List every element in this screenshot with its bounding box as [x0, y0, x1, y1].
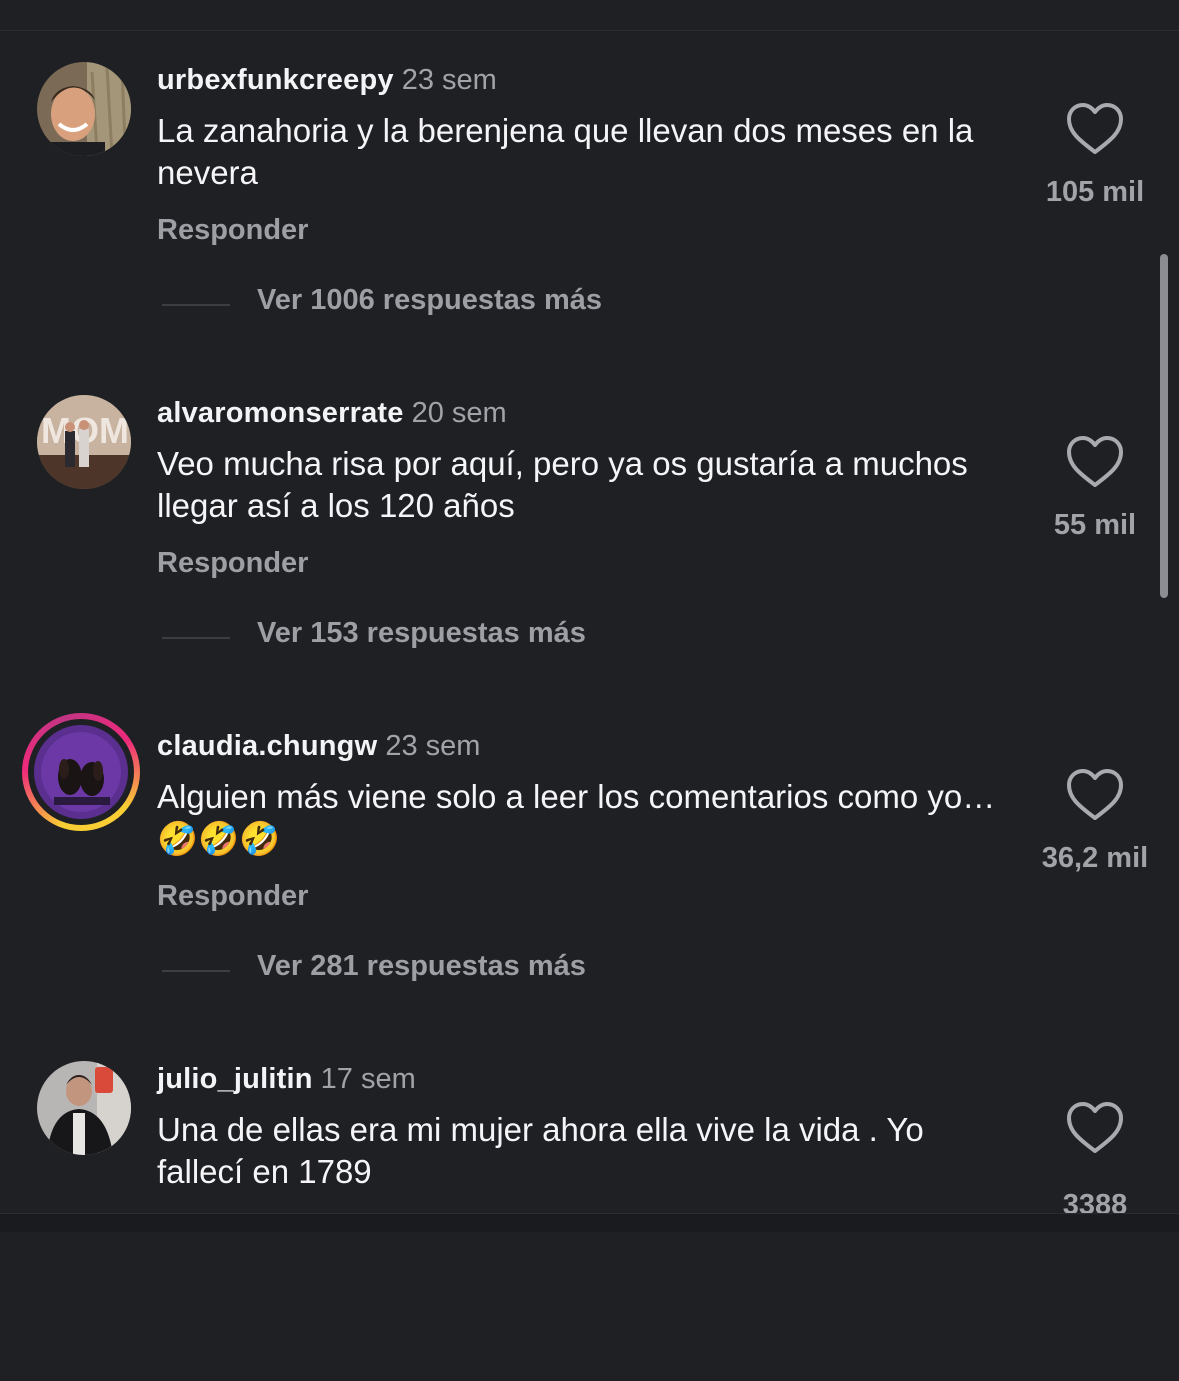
avatar-story-ring[interactable] [22, 713, 140, 831]
avatar[interactable] [37, 1061, 131, 1155]
timestamp: 23 sem [385, 730, 481, 762]
replies-divider [162, 304, 230, 306]
timestamp: 20 sem [411, 397, 507, 429]
avatar[interactable]: MOM [37, 395, 131, 489]
heart-outline-icon[interactable] [1065, 768, 1125, 824]
reply-button[interactable]: Responder [157, 880, 308, 913]
replies-divider [162, 970, 230, 972]
like-count: 36,2 mil [1041, 842, 1149, 874]
comment-header: claudia.chungw 23 sem [157, 730, 480, 763]
comment-item: urbexfunkcreepy 23 sem La zanahoria y la … [0, 62, 1179, 382]
comment-item: claudia.chungw 23 sem Alguien más viene s… [0, 713, 1179, 1048]
bottom-bar [0, 1213, 1179, 1232]
top-divider [0, 30, 1179, 31]
comment-text: Alguien más viene solo a leer los coment… [157, 778, 996, 857]
comment-text: La zanahoria y la berenjena que llevan d… [157, 112, 974, 191]
view-replies-label: Ver 153 respuestas más [257, 617, 586, 649]
timestamp: 17 sem [320, 1063, 416, 1095]
like-count: 105 mil [1045, 176, 1145, 208]
username[interactable]: claudia.chungw [157, 730, 377, 762]
username[interactable]: julio_julitin [157, 1063, 313, 1095]
heart-outline-icon[interactable] [1065, 102, 1125, 158]
reply-button[interactable]: Responder [157, 214, 308, 247]
username[interactable]: alvaromonserrate [157, 397, 404, 429]
avatar[interactable] [37, 62, 131, 156]
heart-outline-icon[interactable] [1065, 1101, 1125, 1157]
avatar [34, 725, 128, 819]
view-replies-label: Ver 1006 respuestas más [257, 284, 603, 316]
reply-button[interactable]: Responder [157, 547, 308, 580]
comment-text: Una de ellas era mi mujer ahora ella viv… [157, 1111, 924, 1190]
comment-item: MOM alvaromonserrate20 sem Veo mucha ris… [0, 395, 1179, 715]
comment-header: julio_julitin 17 sem [157, 1063, 416, 1096]
heart-outline-icon[interactable] [1065, 435, 1125, 491]
story-ring-gap [28, 719, 134, 825]
comment-text: Veo mucha risa por aquí, pero ya os gust… [157, 445, 968, 524]
like-count: 55 mil [1053, 509, 1137, 541]
username[interactable]: urbexfunkcreepy [157, 64, 394, 96]
replies-divider [162, 637, 230, 639]
timestamp: 23 sem [401, 64, 497, 96]
comment-header: alvaromonserrate 20 sem [157, 397, 507, 430]
comment-header: urbexfunkcreepy 23 sem [157, 64, 497, 97]
view-replies-label: Ver 281 respuestas más [257, 950, 586, 982]
